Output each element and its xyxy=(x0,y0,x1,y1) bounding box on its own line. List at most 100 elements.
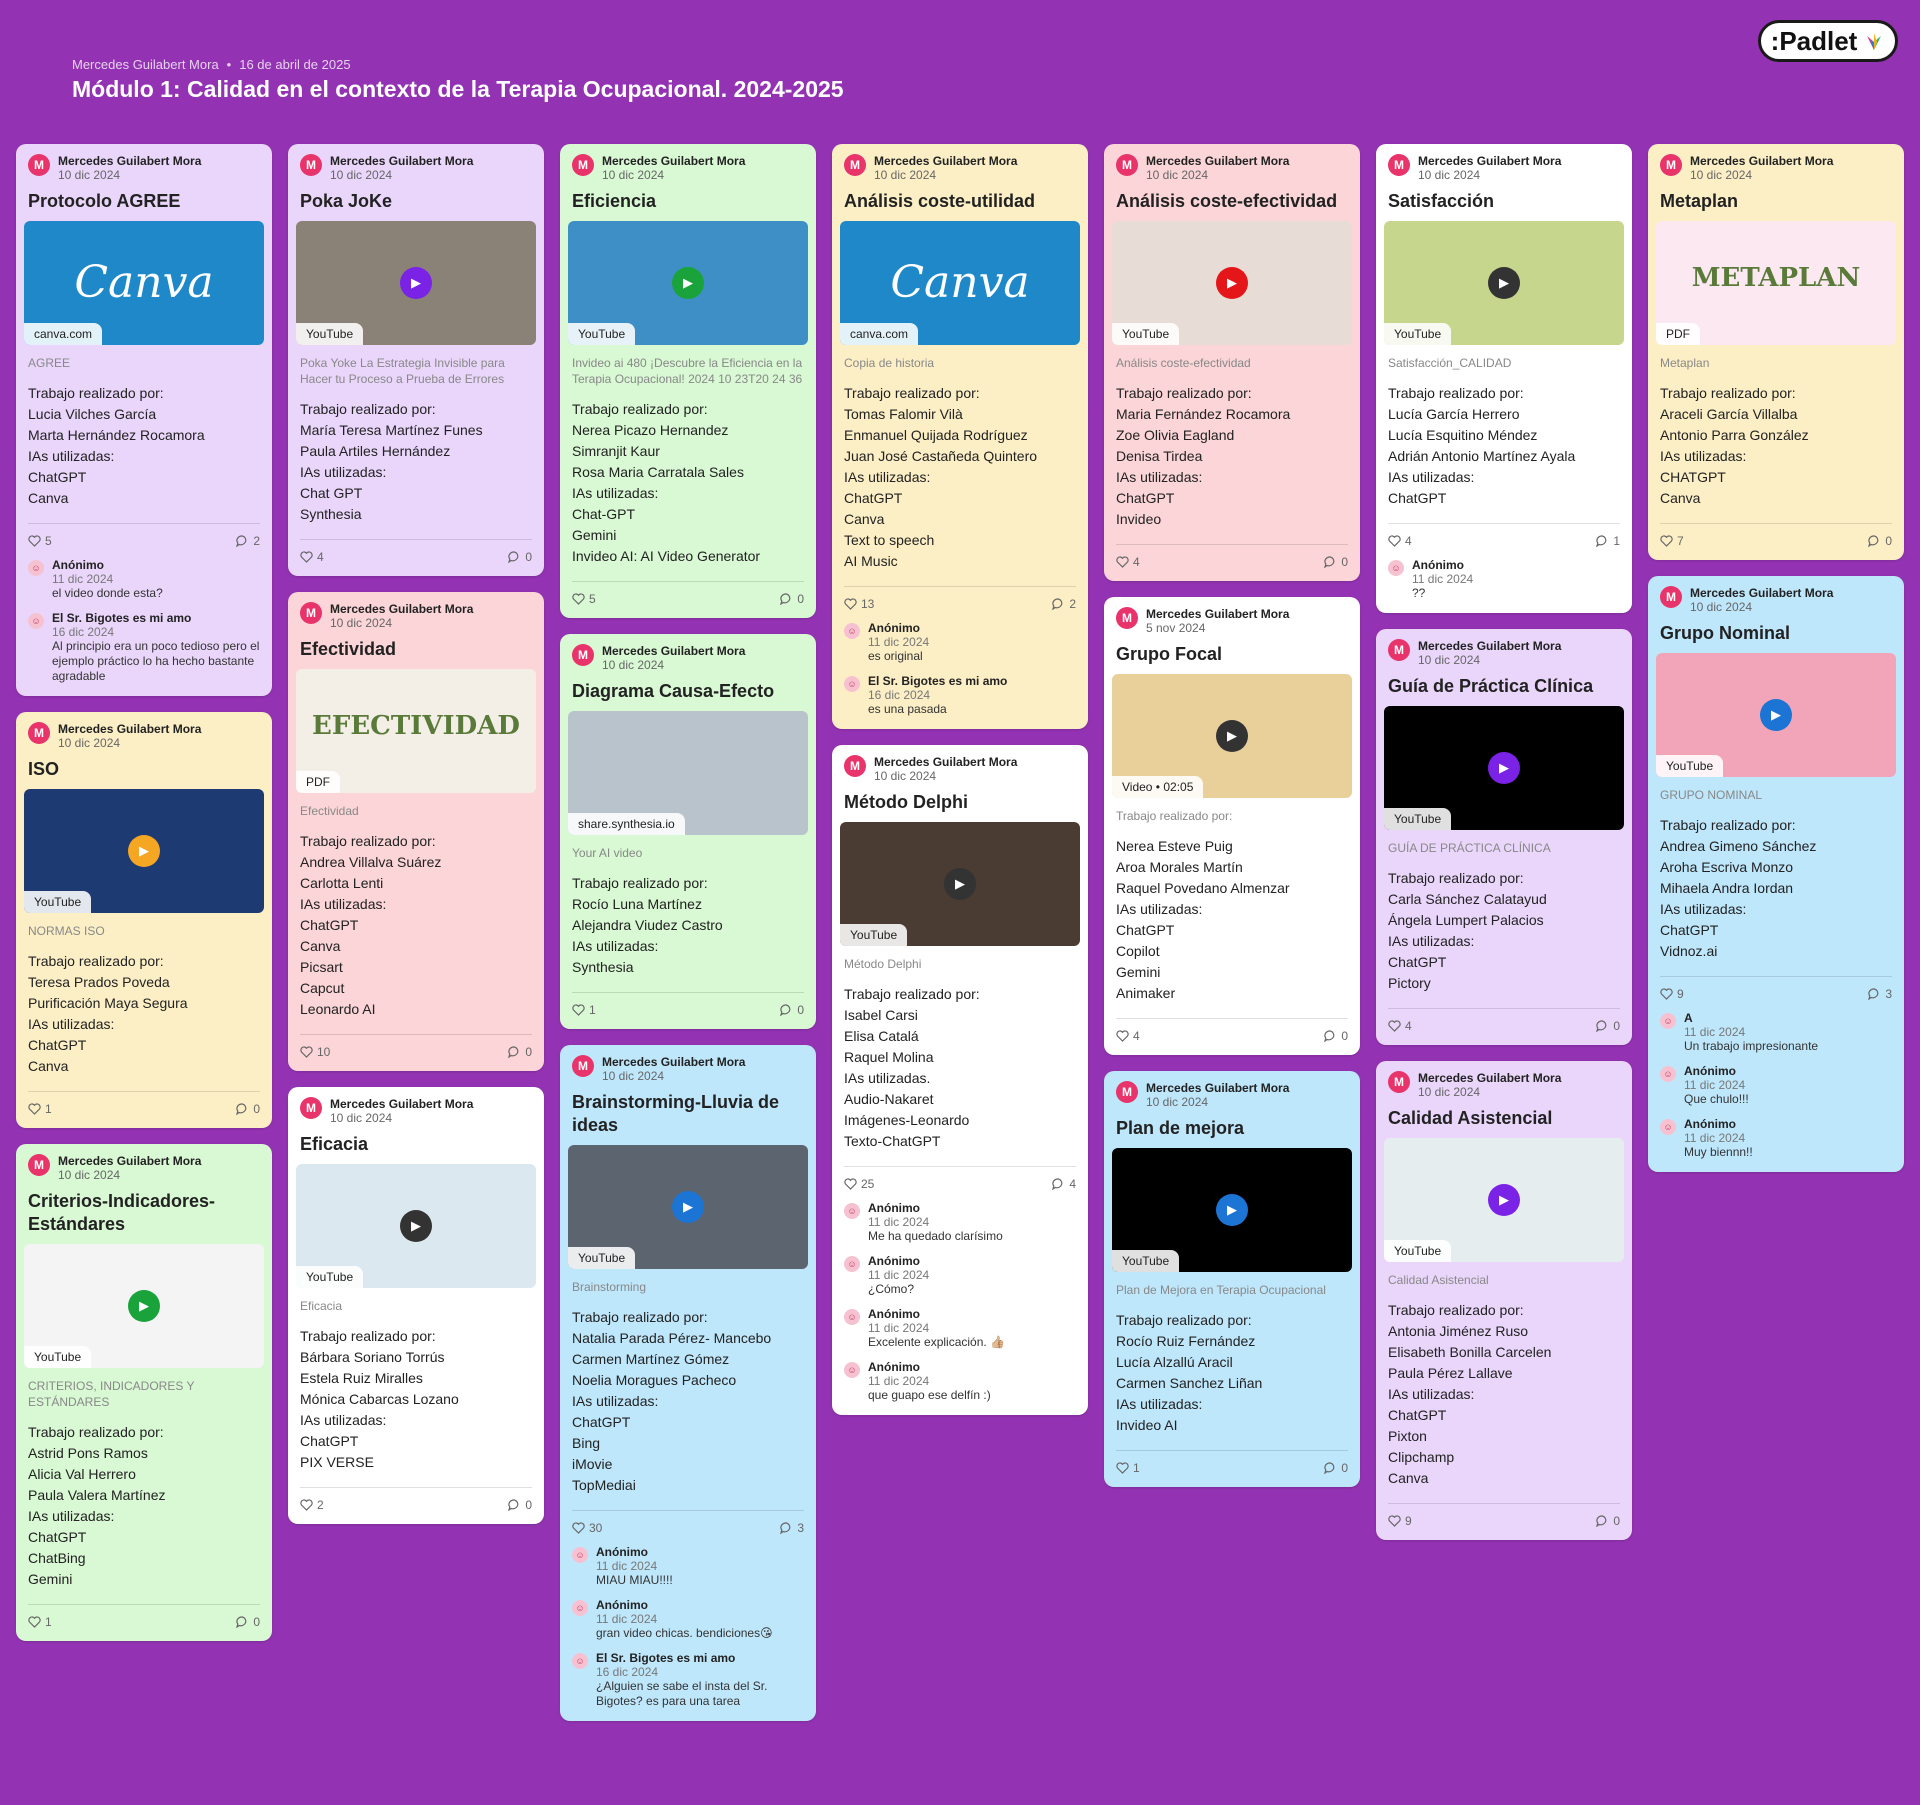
play-icon[interactable]: ▶ xyxy=(1488,1184,1520,1216)
author-name[interactable]: Mercedes Guilabert Mora xyxy=(330,1097,473,1111)
post-attachment-thumbnail[interactable]: ▶ YouTube xyxy=(1384,221,1624,345)
like-button[interactable]: 25 xyxy=(844,1177,874,1191)
comment-button[interactable]: 0 xyxy=(1324,1029,1348,1043)
post-card[interactable]: M Mercedes Guilabert Mora 10 dic 2024 Calid… xyxy=(1376,1061,1632,1540)
comment-button[interactable]: 0 xyxy=(236,1615,260,1629)
play-icon[interactable]: ▶ xyxy=(1216,720,1248,752)
play-icon[interactable]: ▶ xyxy=(1760,699,1792,731)
author-avatar[interactable]: M xyxy=(1660,154,1682,176)
author-avatar[interactable]: M xyxy=(1388,154,1410,176)
comment-button[interactable]: 3 xyxy=(1868,987,1892,1001)
post-card[interactable]: M Mercedes Guilabert Mora 10 dic 2024 Efici… xyxy=(560,144,816,618)
post-card[interactable]: M Mercedes Guilabert Mora 10 dic 2024 Métod… xyxy=(832,745,1088,1415)
post-attachment-thumbnail[interactable]: ▶ YouTube xyxy=(1112,221,1352,345)
commenter-avatar[interactable]: ☺ xyxy=(844,1309,860,1325)
post-attachment-thumbnail[interactable]: Canva canva.com xyxy=(840,221,1080,345)
author-avatar[interactable]: M xyxy=(844,154,866,176)
author-name[interactable]: Mercedes Guilabert Mora xyxy=(1146,1081,1289,1095)
author-name[interactable]: Mercedes Guilabert Mora xyxy=(58,722,201,736)
commenter-avatar[interactable]: ☺ xyxy=(572,1653,588,1669)
post-card[interactable]: M Mercedes Guilabert Mora 10 dic 2024 Poka … xyxy=(288,144,544,576)
like-button[interactable]: 13 xyxy=(844,597,874,611)
play-icon[interactable]: ▶ xyxy=(400,267,432,299)
like-button[interactable]: 1 xyxy=(28,1102,52,1116)
post-card[interactable]: M Mercedes Guilabert Mora 10 dic 2024 Guía … xyxy=(1376,629,1632,1045)
like-button[interactable]: 5 xyxy=(572,592,596,606)
post-attachment-thumbnail[interactable]: share.synthesia.io xyxy=(568,711,808,835)
author-avatar[interactable]: M xyxy=(1388,1071,1410,1093)
author-name[interactable]: Mercedes Guilabert Mora xyxy=(1146,154,1289,168)
post-card[interactable]: M Mercedes Guilabert Mora 10 dic 2024 Metap… xyxy=(1648,144,1904,560)
author-name[interactable]: Mercedes Guilabert Mora xyxy=(602,154,745,168)
post-card[interactable]: M Mercedes Guilabert Mora 5 nov 2024 Grupo … xyxy=(1104,597,1360,1055)
post-attachment-thumbnail[interactable]: METAPLAN PDF xyxy=(1656,221,1896,345)
commenter-avatar[interactable]: ☺ xyxy=(28,613,44,629)
like-button[interactable]: 5 xyxy=(28,534,52,548)
comment-button[interactable]: 4 xyxy=(1052,1177,1076,1191)
author-avatar[interactable]: M xyxy=(572,644,594,666)
author-avatar[interactable]: M xyxy=(28,722,50,744)
post-card[interactable]: M Mercedes Guilabert Mora 10 dic 2024 Proto… xyxy=(16,144,272,696)
like-button[interactable]: 4 xyxy=(300,550,324,564)
commenter-avatar[interactable]: ☺ xyxy=(844,623,860,639)
like-button[interactable]: 2 xyxy=(300,1498,324,1512)
comment-button[interactable]: 0 xyxy=(780,592,804,606)
author-avatar[interactable]: M xyxy=(300,154,322,176)
author-name[interactable]: Mercedes Guilabert Mora xyxy=(602,644,745,658)
post-card[interactable]: M Mercedes Guilabert Mora 10 dic 2024 Plan … xyxy=(1104,1071,1360,1487)
play-icon[interactable]: ▶ xyxy=(672,1191,704,1223)
author-name[interactable]: Mercedes Guilabert Mora xyxy=(1146,607,1289,621)
author-avatar[interactable]: M xyxy=(1116,154,1138,176)
author-name[interactable]: Mercedes Guilabert Mora xyxy=(58,1154,201,1168)
post-card[interactable]: M Mercedes Guilabert Mora 10 dic 2024 Análi… xyxy=(1104,144,1360,581)
comment-button[interactable]: 3 xyxy=(780,1521,804,1535)
commenter-avatar[interactable]: ☺ xyxy=(844,1362,860,1378)
comment-button[interactable]: 0 xyxy=(508,1498,532,1512)
commenter-avatar[interactable]: ☺ xyxy=(844,1256,860,1272)
comment-button[interactable]: 0 xyxy=(1868,534,1892,548)
post-attachment-thumbnail[interactable]: Canva canva.com xyxy=(24,221,264,345)
post-attachment-thumbnail[interactable]: ▶ YouTube xyxy=(1112,1148,1352,1272)
play-icon[interactable]: ▶ xyxy=(1216,1194,1248,1226)
play-icon[interactable]: ▶ xyxy=(400,1210,432,1242)
post-card[interactable]: M Mercedes Guilabert Mora 10 dic 2024 ISO ▶ Y… xyxy=(16,712,272,1128)
play-icon[interactable]: ▶ xyxy=(128,1290,160,1322)
post-card[interactable]: M Mercedes Guilabert Mora 10 dic 2024 Efica… xyxy=(288,1087,544,1524)
comment-button[interactable]: 0 xyxy=(236,1102,260,1116)
comment-button[interactable]: 1 xyxy=(1596,534,1620,548)
author-avatar[interactable]: M xyxy=(300,602,322,624)
commenter-avatar[interactable]: ☺ xyxy=(1660,1013,1676,1029)
like-button[interactable]: 4 xyxy=(1388,534,1412,548)
comment-button[interactable]: 2 xyxy=(1052,597,1076,611)
author-name[interactable]: Mercedes Guilabert Mora xyxy=(602,1055,745,1069)
like-button[interactable]: 9 xyxy=(1660,987,1684,1001)
post-attachment-thumbnail[interactable]: ▶ YouTube xyxy=(1384,706,1624,830)
comment-button[interactable]: 0 xyxy=(508,550,532,564)
author-avatar[interactable]: M xyxy=(300,1097,322,1119)
post-card[interactable]: M Mercedes Guilabert Mora 10 dic 2024 Grupo… xyxy=(1648,576,1904,1172)
author-avatar[interactable]: M xyxy=(844,755,866,777)
like-button[interactable]: 10 xyxy=(300,1045,330,1059)
commenter-avatar[interactable]: ☺ xyxy=(572,1547,588,1563)
post-attachment-thumbnail[interactable]: ▶ YouTube xyxy=(296,1164,536,1288)
post-card[interactable]: M Mercedes Guilabert Mora 10 dic 2024 Análi… xyxy=(832,144,1088,729)
comment-button[interactable]: 0 xyxy=(508,1045,532,1059)
post-attachment-thumbnail[interactable]: ▶ YouTube xyxy=(24,789,264,913)
author-avatar[interactable]: M xyxy=(28,1154,50,1176)
post-card[interactable]: M Mercedes Guilabert Mora 10 dic 2024 Crite… xyxy=(16,1144,272,1641)
like-button[interactable]: 9 xyxy=(1388,1514,1412,1528)
author-avatar[interactable]: M xyxy=(1660,586,1682,608)
author-name[interactable]: Mercedes Guilabert Mora xyxy=(1690,154,1833,168)
like-button[interactable]: 4 xyxy=(1388,1019,1412,1033)
author-avatar[interactable]: M xyxy=(1116,607,1138,629)
post-attachment-thumbnail[interactable]: ▶ YouTube xyxy=(1656,653,1896,777)
author-avatar[interactable]: M xyxy=(1388,639,1410,661)
post-attachment-thumbnail[interactable]: ▶ YouTube xyxy=(296,221,536,345)
comment-button[interactable]: 0 xyxy=(1596,1019,1620,1033)
commenter-avatar[interactable]: ☺ xyxy=(844,676,860,692)
like-button[interactable]: 1 xyxy=(28,1615,52,1629)
play-icon[interactable]: ▶ xyxy=(1488,267,1520,299)
comment-button[interactable]: 0 xyxy=(1324,555,1348,569)
commenter-avatar[interactable]: ☺ xyxy=(1388,560,1404,576)
like-button[interactable]: 4 xyxy=(1116,555,1140,569)
